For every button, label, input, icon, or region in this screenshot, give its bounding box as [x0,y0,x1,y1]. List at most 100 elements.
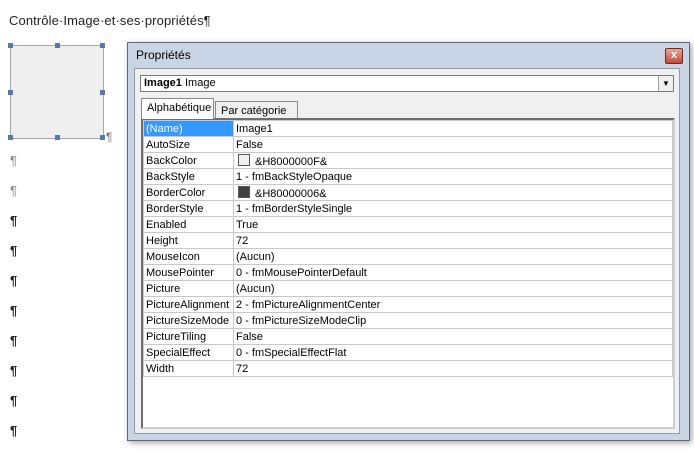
resize-handle-top-left[interactable] [8,43,13,48]
property-value[interactable]: 1 - fmBackStyleOpaque [233,168,673,185]
property-row[interactable]: SpecialEffect 0 - fmSpecialEffectFlat [143,344,673,361]
property-value[interactable]: 72 [233,360,673,377]
property-value-text: 0 - fmMousePointerDefault [236,266,367,279]
window-title: Propriétés [136,48,191,62]
property-value[interactable]: 0 - fmPictureSizeModeClip [233,312,673,329]
property-value[interactable]: Image1 [233,120,673,137]
close-button[interactable]: x [665,48,683,64]
property-row[interactable]: PictureAlignment 2 - fmPictureAlignmentCe… [143,296,673,313]
paragraph-mark: ¶ [106,130,113,144]
property-value-text: False [236,138,263,151]
property-name[interactable]: BorderStyle [143,200,234,217]
property-name[interactable]: Width [143,360,234,377]
paragraph-mark: ¶ [10,273,18,288]
property-value-text: 0 - fmPictureSizeModeClip [236,314,367,327]
resize-handle-bottom-right[interactable] [100,135,105,140]
property-value-text: &H8000000F& [255,155,328,168]
resize-handle-left[interactable] [8,90,13,95]
property-name[interactable]: BorderColor [143,184,234,201]
properties-window: Propriétés x Image1 Image ▼ Alphabétique… [127,42,690,441]
property-row[interactable]: Width 72 [143,360,673,377]
tab-par-categorie[interactable]: Par catégorie [215,101,298,119]
property-value-text: 2 - fmPictureAlignmentCenter [236,298,381,311]
resize-handle-right[interactable] [100,90,105,95]
image-control[interactable] [8,43,105,140]
property-row[interactable]: MouseIcon (Aucun) [143,248,673,265]
tab-alphabetique[interactable]: Alphabétique [141,98,214,119]
object-type: Image [184,77,216,89]
paragraph-mark: ¶ [10,363,18,378]
property-name[interactable]: BackStyle [143,168,234,185]
close-icon: x [670,49,678,61]
property-value-text: (Aucun) [236,250,275,263]
property-row[interactable]: AutoSize False [143,136,673,153]
property-value-text: 1 - fmBackStyleOpaque [236,170,353,183]
property-row[interactable]: PictureSizeMode 0 - fmPictureSizeModeClip [143,312,673,329]
property-value[interactable]: 72 [233,232,673,249]
property-row[interactable]: Height 72 [143,232,673,249]
property-value-text: False [236,330,263,343]
property-row[interactable]: PictureTiling False [143,328,673,345]
property-row[interactable]: Picture (Aucun) [143,280,673,297]
property-value[interactable]: 0 - fmMousePointerDefault [233,264,673,281]
paragraph-mark: ¶ [10,153,17,168]
property-name[interactable]: Height [143,232,234,249]
property-value[interactable]: 1 - fmBorderStyleSingle [233,200,673,217]
property-value[interactable]: 0 - fmSpecialEffectFlat [233,344,673,361]
property-table: (Name) Image1 AutoSize False BackColor &H8000… [143,120,673,377]
paragraph-mark: ¶ [10,303,18,318]
property-value[interactable]: &H80000006& [233,184,673,201]
paragraph-mark: ¶ [10,423,18,438]
property-name[interactable]: Enabled [143,216,234,233]
property-name[interactable]: Picture [143,280,234,297]
document-heading: Contrôle·Image·et·ses·propriétés¶ [9,13,211,28]
property-name[interactable]: BackColor [143,152,234,169]
resize-handle-top-right[interactable] [100,43,105,48]
property-name[interactable]: PictureSizeMode [143,312,234,329]
object-name: Image1 [144,77,182,89]
property-row[interactable]: Enabled True [143,216,673,233]
property-row[interactable]: BackColor &H8000000F& [143,152,673,169]
property-value[interactable]: (Aucun) [233,248,673,265]
color-swatch-icon [238,153,250,166]
paragraph-mark: ¶ [10,183,17,198]
property-row[interactable]: BackStyle 1 - fmBackStyleOpaque [143,168,673,185]
property-row[interactable]: BorderStyle 1 - fmBorderStyleSingle [143,200,673,217]
property-row[interactable]: MousePointer 0 - fmMousePointerDefault [143,264,673,281]
property-value[interactable]: False [233,328,673,345]
property-name[interactable]: (Name) [143,120,234,137]
paragraph-mark: ¶ [10,393,18,408]
resize-handle-top[interactable] [55,43,60,48]
chevron-down-icon[interactable]: ▼ [658,76,673,91]
property-value[interactable]: 2 - fmPictureAlignmentCenter [233,296,673,313]
property-name[interactable]: SpecialEffect [143,344,234,361]
property-name[interactable]: MouseIcon [143,248,234,265]
property-value[interactable]: &H8000000F& [233,152,673,169]
resize-handle-bottom[interactable] [55,135,60,140]
property-value-text: 0 - fmSpecialEffectFlat [236,346,347,359]
property-name[interactable]: PictureAlignment [143,296,234,313]
property-value[interactable]: False [233,136,673,153]
paragraph-mark: ¶ [10,213,18,228]
property-name[interactable]: MousePointer [143,264,234,281]
property-value-text: 72 [236,234,249,247]
property-value-text: Image1 [236,122,273,135]
properties-panel: Image1 Image ▼ Alphabétique Par catégori… [134,68,680,434]
property-grid: (Name) Image1 AutoSize False BackColor &H8000… [141,118,675,429]
color-swatch-icon [238,185,250,198]
property-value-text: 1 - fmBorderStyleSingle [236,202,353,215]
property-row[interactable]: (Name) Image1 [143,120,673,137]
object-selector[interactable]: Image1 Image ▼ [140,75,674,92]
paragraph-marks-column: ¶ ¶ ¶ ¶ ¶ ¶ ¶ ¶ ¶ ¶ [10,152,17,452]
property-value-text: True [236,218,259,231]
paragraph-mark: ¶ [10,243,18,258]
property-value[interactable]: True [233,216,673,233]
property-value[interactable]: (Aucun) [233,280,673,297]
paragraph-mark: ¶ [10,333,18,348]
property-row[interactable]: BorderColor &H80000006& [143,184,673,201]
property-value-text: (Aucun) [236,282,275,295]
property-value-text: 72 [236,362,249,375]
property-name[interactable]: PictureTiling [143,328,234,345]
resize-handle-bottom-left[interactable] [8,135,13,140]
property-name[interactable]: AutoSize [143,136,234,153]
